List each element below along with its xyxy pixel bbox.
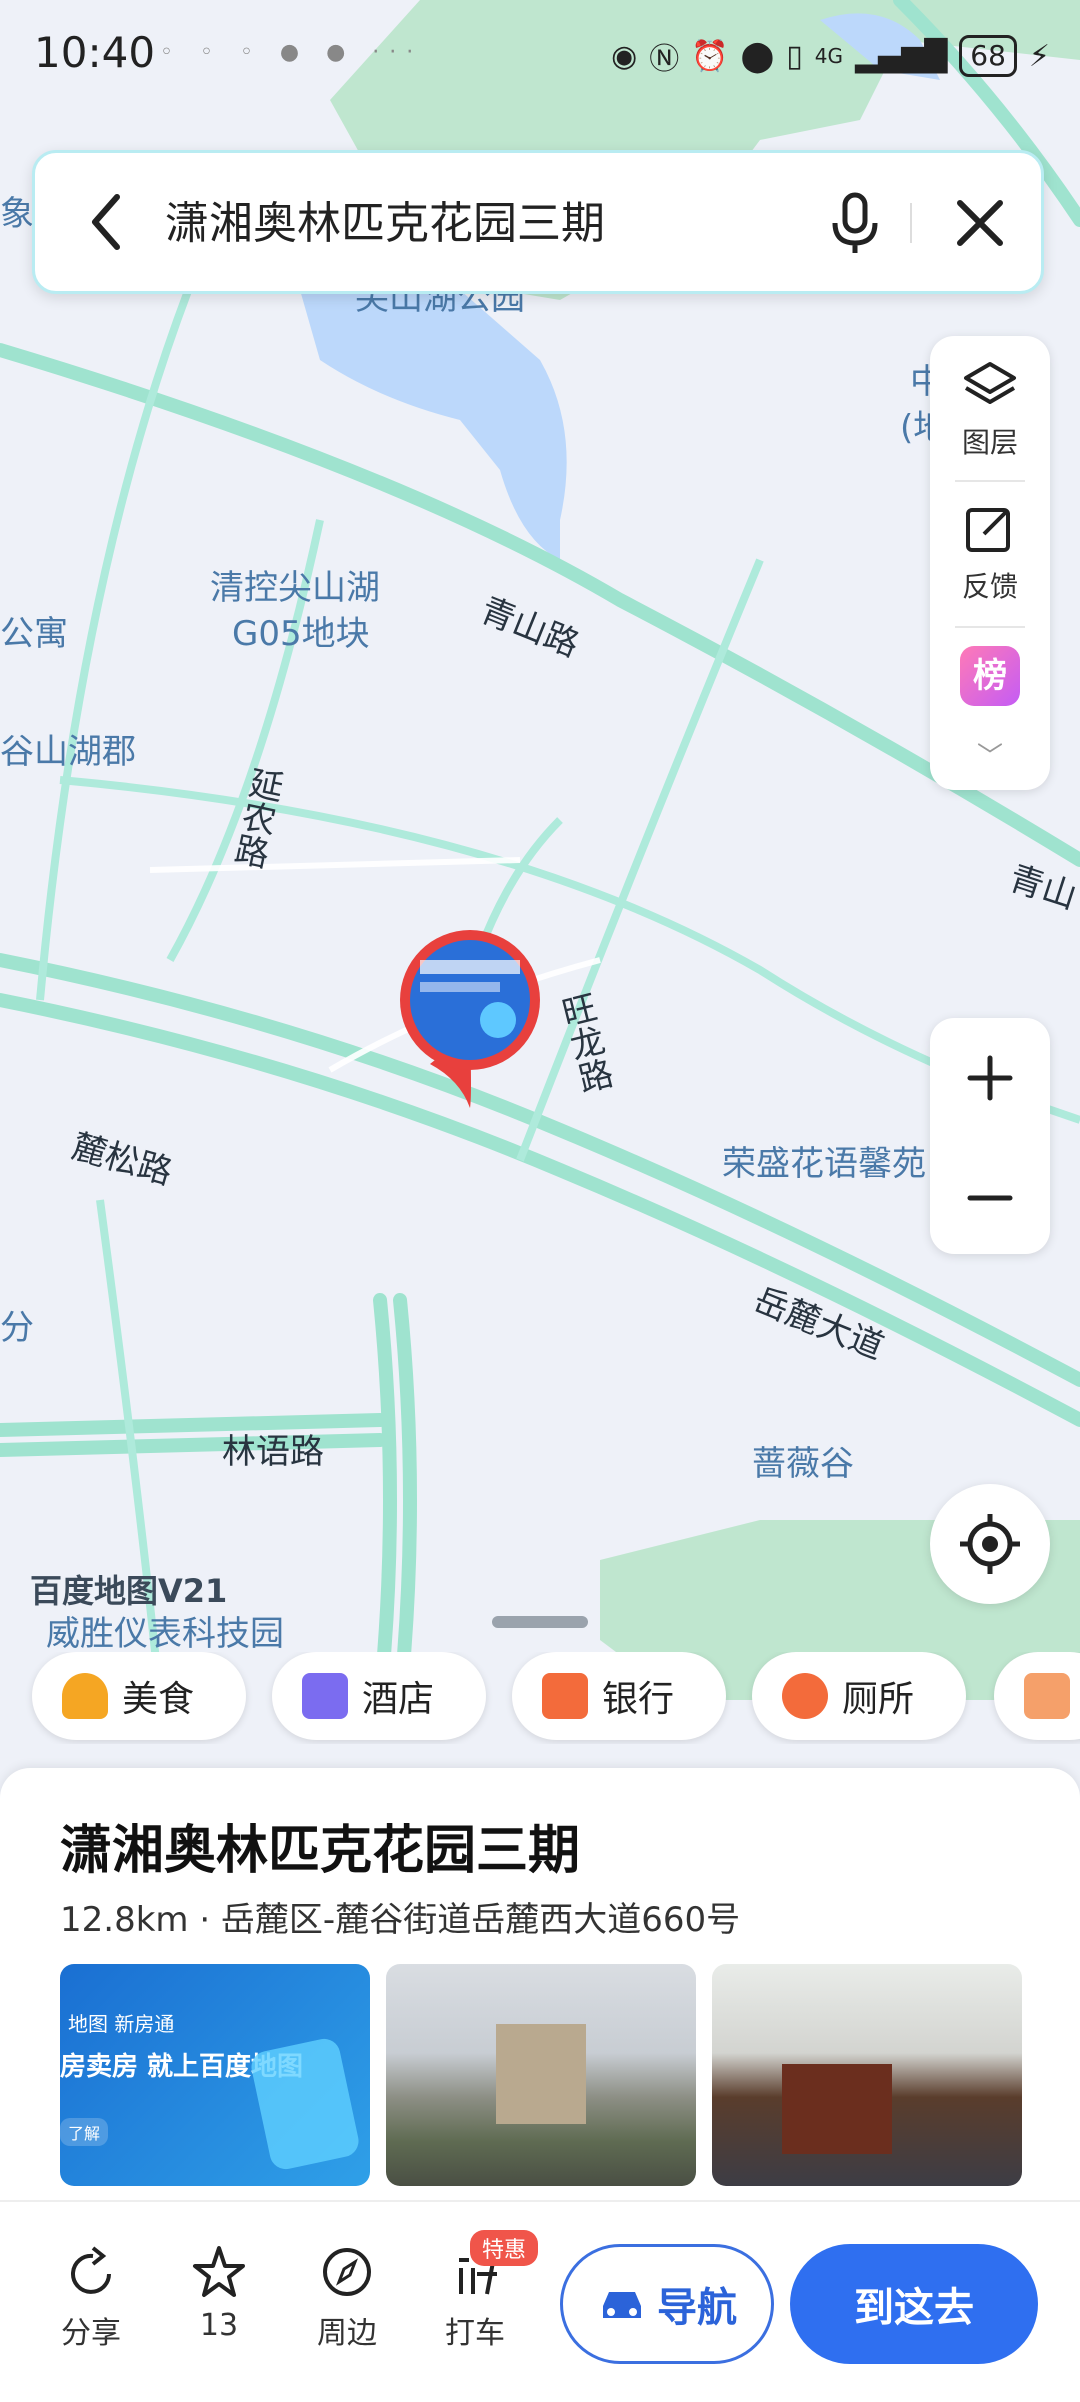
taxi-promo-badge: 特惠 (470, 2230, 539, 2266)
ad-line1: 地图 新房通 (68, 2012, 175, 2036)
chip-hotel-label: 酒店 (362, 1679, 435, 1720)
place-distance-address: 12.8km · 岳麓区-麓谷街道岳麓西大道660号 (60, 1900, 741, 1940)
compass-icon (323, 2248, 371, 2296)
map-side-panel: 图层 反馈 榜 ﹀ (930, 336, 1050, 790)
hospital-icon (1024, 1673, 1070, 1719)
side-panel-divider (955, 480, 1025, 482)
action-bar: 分享 13 周边 打车 特惠 导航 到这去 (0, 2200, 1080, 2402)
close-icon[interactable] (940, 183, 1020, 263)
map-label-parcel-line2: G05地块 (232, 614, 370, 654)
status-right: ◉ Ⓝ ⏰ ⬤ ▯ 4G ▂▄▆█ 68 ⚡ (611, 30, 1050, 82)
place-photo-people[interactable] (712, 1964, 1022, 2186)
vibrate-icon: ▯ (786, 38, 803, 74)
food-icon (62, 1673, 108, 1719)
chip-food-label: 美食 (122, 1679, 195, 1720)
back-icon[interactable] (77, 187, 137, 257)
zoom-controls (930, 1018, 1050, 1254)
chip-more[interactable] (994, 1652, 1080, 1740)
place-name: 潇湘奥林匹克花园三期 (60, 1821, 581, 1881)
map-watermark: 百度地图V21 (30, 1572, 228, 1610)
star-icon (193, 2246, 245, 2297)
layers-button[interactable]: 图层 (930, 358, 1050, 461)
crosshair-icon (960, 1514, 1020, 1574)
map-label-gushan: 谷山湖郡 (0, 732, 136, 772)
map-label-xiang: 象 (0, 194, 34, 234)
navigate-button[interactable]: 导航 (560, 2244, 774, 2364)
category-chips: 美食 酒店 银行 厕所 (0, 1652, 1080, 1744)
alarm-icon: ⏰ (691, 38, 729, 74)
favorite-count: 13 (199, 2308, 239, 2343)
battery-level: 68 (959, 35, 1017, 77)
go-label: 到这去 (854, 2285, 974, 2331)
car-icon (603, 2292, 641, 2318)
map-label-parcel-line1: 清控尖山湖 (210, 568, 380, 608)
search-divider (910, 203, 912, 243)
navigate-label: 导航 (657, 2285, 737, 2331)
map-label-apartment: 公寓 (0, 614, 68, 654)
chip-toilet-label: 厕所 (842, 1679, 915, 1720)
nearby-label: 周边 (317, 2316, 377, 2351)
microphone-icon[interactable] (815, 183, 895, 263)
map-label-weisheng: 威胜仪表科技园 (46, 1614, 284, 1654)
taxi-label: 打车 (445, 2316, 505, 2351)
hotel-icon (302, 1673, 348, 1719)
search-query[interactable]: 潇湘奥林匹克花园三期 (165, 189, 605, 259)
ranking-icon: 榜 (960, 646, 1020, 706)
location-icon: ⬤ (740, 38, 775, 74)
map-label-rongsheng: 荣盛花语馨苑 (722, 1144, 926, 1184)
status-time: 10:40 (34, 28, 156, 77)
nfc-icon: Ⓝ (649, 42, 680, 77)
chevron-down-icon[interactable]: ﹀ (930, 736, 1050, 773)
ranking-button[interactable]: 榜 (930, 646, 1050, 706)
layers-label: 图层 (961, 426, 1018, 459)
favorite-button[interactable]: 13 (164, 2244, 274, 2343)
map-label-qiangwei: 蔷薇谷 (752, 1444, 854, 1484)
eye-icon: ◉ (611, 38, 638, 74)
status-bar: 10:40 ◦ ◦ ◦ ● ● ··· ◉ Ⓝ ⏰ ⬤ ▯ 4G ▂▄▆█ 68… (0, 0, 1080, 120)
feedback-button[interactable]: 反馈 (930, 502, 1050, 605)
chip-food[interactable]: 美食 (32, 1652, 246, 1740)
place-photo-ad[interactable]: 地图 新房通 房卖房 就上百度地图 了解 (60, 1964, 370, 2186)
feedback-icon (966, 508, 1010, 552)
sheet-drag-handle[interactable] (492, 1616, 588, 1628)
side-panel-divider (955, 626, 1025, 628)
locate-button[interactable] (930, 1484, 1050, 1604)
nearby-button[interactable]: 周边 (292, 2244, 402, 2352)
share-label: 分享 (61, 2316, 121, 2351)
share-button[interactable]: 分享 (36, 2244, 146, 2352)
layers-icon (964, 362, 1016, 404)
feedback-label: 反馈 (961, 570, 1018, 603)
network-type: 4G (814, 44, 843, 68)
toilet-icon (782, 1673, 828, 1719)
chip-toilet[interactable]: 厕所 (752, 1652, 966, 1740)
share-icon (71, 2246, 111, 2294)
bank-icon (542, 1673, 588, 1719)
signal-icon: ▂▄▆█ (854, 38, 948, 74)
road-label-linyu: 林语路 (222, 1432, 324, 1472)
gate-graphic (496, 2024, 586, 2124)
chip-bank[interactable]: 银行 (512, 1652, 726, 1740)
phone-graphic (248, 2035, 362, 2173)
map-label-fen: 分 (0, 1308, 34, 1348)
search-bar[interactable]: 潇湘奥林匹克花园三期 (32, 150, 1044, 294)
go-here-button[interactable]: 到这去 (790, 2244, 1038, 2364)
charging-icon: ⚡ (1028, 38, 1050, 74)
chip-hotel[interactable]: 酒店 (272, 1652, 486, 1740)
notification-icons: ◦ ◦ ◦ ● ● ··· (160, 40, 424, 65)
people-graphic (782, 2064, 892, 2154)
zoom-out-icon[interactable] (960, 1168, 1020, 1228)
chip-bank-label: 银行 (602, 1679, 675, 1720)
zoom-in-icon[interactable] (960, 1048, 1020, 1108)
place-photo-gate[interactable] (386, 1964, 696, 2186)
ad-line3: 了解 (60, 2118, 109, 2146)
